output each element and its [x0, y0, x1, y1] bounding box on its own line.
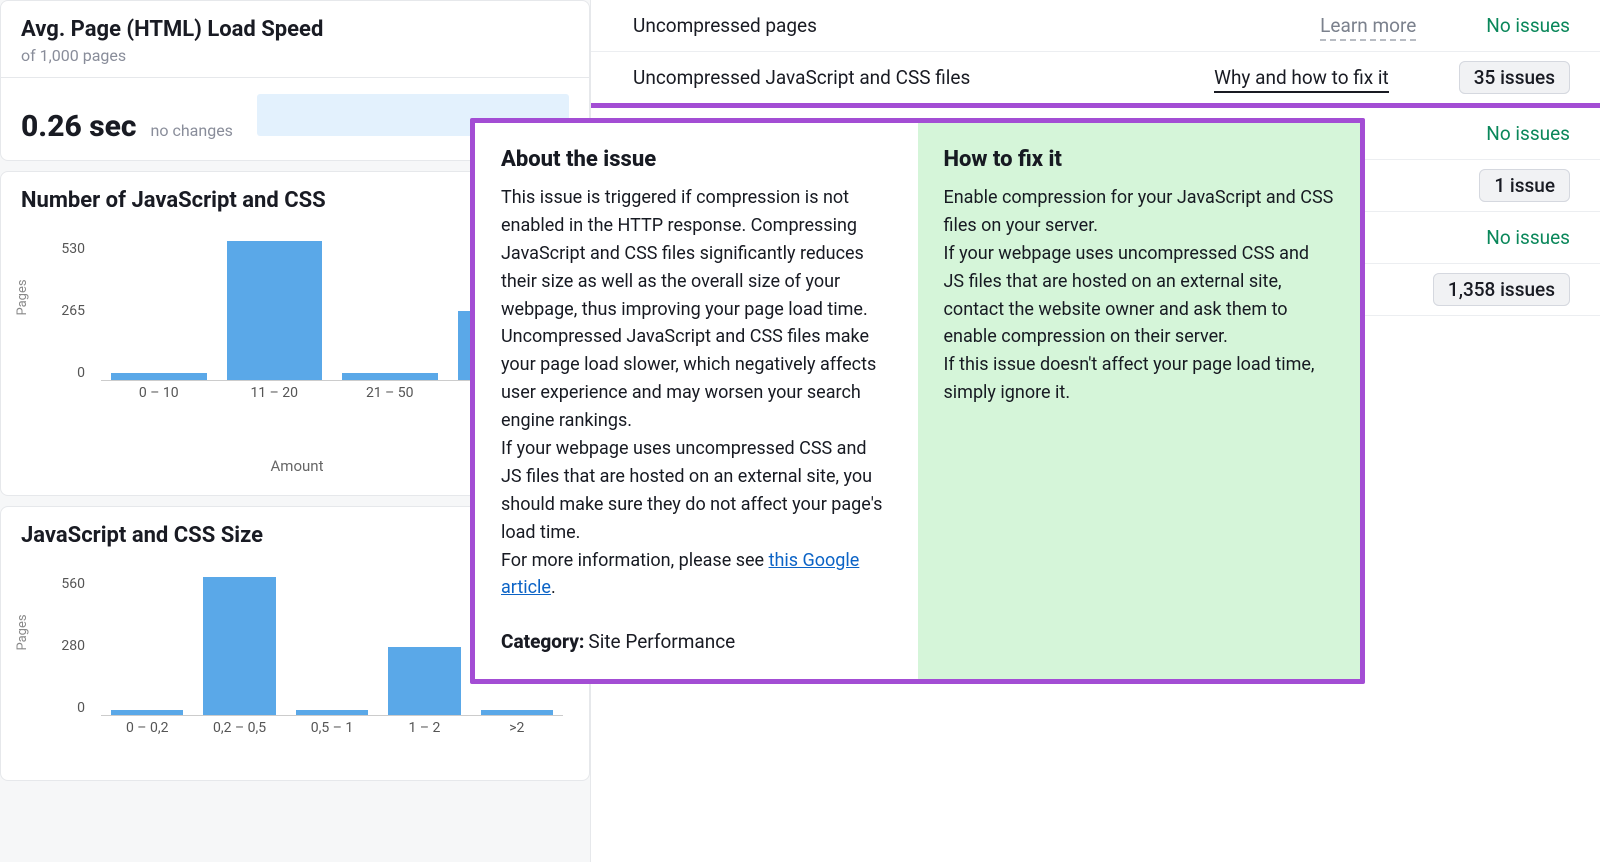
issue-details-popover: About the issue This issue is triggered … — [470, 118, 1365, 684]
chart-bar — [481, 710, 553, 715]
chart-bar — [111, 373, 207, 380]
learn-more-link[interactable]: Learn more — [1320, 14, 1416, 41]
issue-name: Uncompressed pages — [633, 14, 817, 37]
issue-count-button[interactable]: 35 issues — [1459, 61, 1570, 94]
issue-name: Uncompressed JavaScript and CSS files — [633, 66, 970, 89]
avg-load-speed-title: Avg. Page (HTML) Load Speed — [21, 17, 569, 42]
issue-row: Uncompressed JavaScript and CSS files Why… — [591, 52, 1600, 108]
avg-load-speed-value: 0.26 sec — [21, 109, 137, 144]
y-ticks: 560 280 0 — [41, 576, 85, 716]
how-to-fix-title: How to fix it — [944, 147, 1335, 172]
x-tick-label: 0,5 – 1 — [286, 720, 378, 736]
avg-load-speed-change: no changes — [151, 121, 233, 140]
x-tick-label: >2 — [471, 720, 563, 736]
chart-bar — [388, 647, 460, 715]
avg-load-speed-subtitle: of 1,000 pages — [21, 46, 569, 65]
x-tick-label: 11 – 20 — [217, 385, 333, 401]
no-issues-label: No issues — [1486, 226, 1570, 249]
chart-bar — [296, 710, 368, 715]
x-tick-label: 21 – 50 — [332, 385, 448, 401]
x-tick-label: 1 – 2 — [378, 720, 470, 736]
about-issue-panel: About the issue This issue is triggered … — [475, 123, 918, 679]
chart-bar — [227, 241, 323, 380]
category-value: Site Performance — [588, 630, 735, 653]
issue-count-button[interactable]: 1 issue — [1479, 169, 1570, 202]
why-how-fix-link[interactable]: Why and how to fix it — [1214, 66, 1389, 93]
y-tick: 265 — [61, 303, 85, 319]
about-issue-title: About the issue — [501, 147, 892, 172]
issue-count-button[interactable]: 1,358 issues — [1433, 273, 1570, 306]
how-to-fix-body: Enable compression for your JavaScript a… — [944, 184, 1335, 407]
y-tick: 530 — [61, 241, 85, 257]
y-tick: 560 — [61, 576, 85, 592]
x-tick-label: 0,2 – 0,5 — [193, 720, 285, 736]
y-tick: 0 — [77, 700, 85, 716]
issue-row: Uncompressed pages Learn more No issues — [591, 0, 1600, 52]
y-tick: 0 — [77, 365, 85, 381]
no-issues-label: No issues — [1486, 14, 1570, 37]
x-tick-label: 0 – 10 — [101, 385, 217, 401]
y-ticks: 530 265 0 — [41, 241, 85, 381]
chart-bar — [342, 373, 438, 380]
how-to-fix-panel: How to fix it Enable compression for you… — [918, 123, 1361, 679]
y-axis-label: Pages — [15, 279, 30, 315]
y-tick: 280 — [61, 638, 85, 654]
chart-bar — [203, 577, 275, 715]
y-axis-label: Pages — [15, 614, 30, 650]
no-issues-label: No issues — [1486, 122, 1570, 145]
chart-bar — [111, 710, 183, 715]
category-label: Category: — [501, 630, 584, 653]
about-issue-body: This issue is triggered if compression i… — [501, 184, 892, 602]
x-tick-label: 0 – 0,2 — [101, 720, 193, 736]
